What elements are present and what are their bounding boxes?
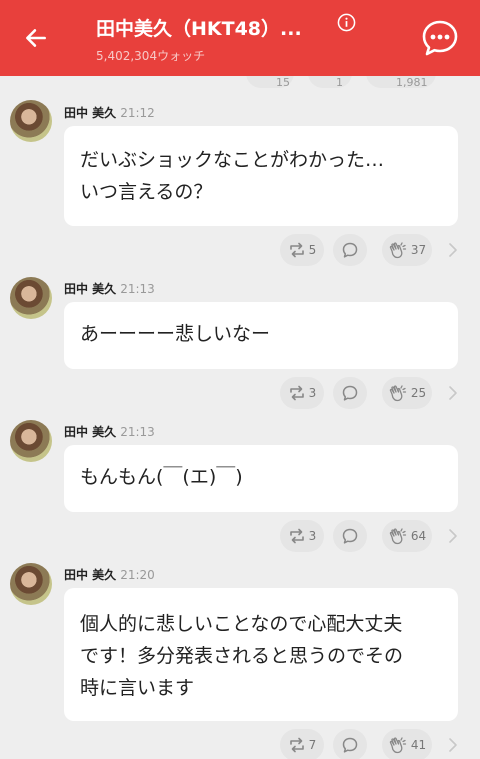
post-time: 21:12	[120, 106, 155, 120]
author-name[interactable]: 田中 美久	[64, 282, 116, 296]
chat-button[interactable]	[420, 18, 460, 58]
reply-button[interactable]	[333, 520, 367, 552]
info-button[interactable]	[337, 13, 356, 32]
retweet-count: 7	[308, 738, 317, 752]
retweet-icon	[289, 242, 304, 258]
previous-post-actions: 15 1 1,981	[0, 76, 480, 88]
like-button[interactable]: 25	[382, 377, 432, 409]
retweet-button[interactable]: 3	[280, 377, 324, 409]
reply-count-partial: 1	[308, 76, 352, 88]
reply-icon	[342, 737, 358, 753]
reply-button[interactable]	[333, 729, 367, 759]
message-bubble: だいぶショックなことがわかった… いつ言えるの？	[64, 126, 458, 226]
info-icon	[337, 13, 356, 32]
reply-button[interactable]	[333, 377, 367, 409]
retweet-icon	[289, 385, 304, 401]
author-name[interactable]: 田中 美久	[64, 425, 116, 439]
like-button[interactable]: 37	[382, 234, 432, 266]
reply-icon	[342, 385, 358, 401]
like-count: 37	[410, 243, 427, 257]
like-count: 41	[410, 738, 427, 752]
author-name[interactable]: 田中 美久	[64, 568, 116, 582]
retweet-count: 3	[308, 386, 317, 400]
retweet-button[interactable]: 3	[280, 520, 324, 552]
clap-icon	[389, 737, 407, 754]
like-count: 25	[410, 386, 427, 400]
retweet-button[interactable]: 7	[280, 729, 324, 759]
chevron-right-icon[interactable]	[446, 528, 460, 544]
watch-count: 5,402,304ウォッチ	[96, 49, 206, 63]
chevron-right-icon[interactable]	[446, 737, 460, 753]
message-bubble: もんもん(￣(エ)￣)	[64, 445, 458, 512]
retweet-count: 3	[308, 529, 317, 543]
post-actions: 3 25	[0, 377, 480, 413]
app-header: 田中美久（HKT48）... 5,402,304ウォッチ	[0, 0, 480, 76]
retweet-icon	[289, 737, 304, 753]
post-meta: 田中 美久 21:12	[64, 104, 155, 121]
post-meta: 田中 美久 21:13	[64, 423, 155, 440]
reply-icon	[342, 528, 358, 544]
post-time: 21:13	[120, 425, 155, 439]
post-meta: 田中 美久 21:13	[64, 280, 155, 297]
avatar[interactable]	[10, 277, 52, 319]
post-time: 21:13	[120, 282, 155, 296]
retweet-icon	[289, 528, 304, 544]
avatar[interactable]	[10, 563, 52, 605]
like-button[interactable]: 41	[382, 729, 432, 759]
author-name[interactable]: 田中 美久	[64, 106, 116, 120]
retweet-count-partial: 15	[246, 76, 294, 88]
post-actions: 5 37	[0, 234, 480, 270]
clap-icon	[389, 242, 407, 259]
avatar[interactable]	[10, 420, 52, 462]
clap-icon	[389, 385, 407, 402]
message-bubble: あーーーー悲しいなー	[64, 302, 458, 369]
reply-button[interactable]	[333, 234, 367, 266]
clap-icon	[389, 528, 407, 545]
arrow-left-icon	[26, 29, 46, 47]
reply-icon	[342, 242, 358, 258]
post-time: 21:20	[120, 568, 155, 582]
page-title: 田中美久（HKT48）...	[96, 18, 302, 40]
chevron-right-icon[interactable]	[446, 385, 460, 401]
chevron-right-icon[interactable]	[446, 242, 460, 258]
retweet-count: 5	[308, 243, 317, 257]
avatar[interactable]	[10, 100, 52, 142]
retweet-button[interactable]: 5	[280, 234, 324, 266]
like-count-partial: 1,981	[366, 76, 436, 88]
like-button[interactable]: 64	[382, 520, 432, 552]
post-actions: 7 41	[0, 729, 480, 759]
post-meta: 田中 美久 21:20	[64, 566, 155, 583]
message-bubble: 個人的に悲しいことなので心配大丈夫 です！多分発表されると思うのでその 時に言い…	[64, 588, 458, 721]
like-count: 64	[410, 529, 427, 543]
post-actions: 3 64	[0, 520, 480, 556]
chat-bubble-icon	[422, 20, 458, 56]
back-button[interactable]	[20, 22, 52, 54]
